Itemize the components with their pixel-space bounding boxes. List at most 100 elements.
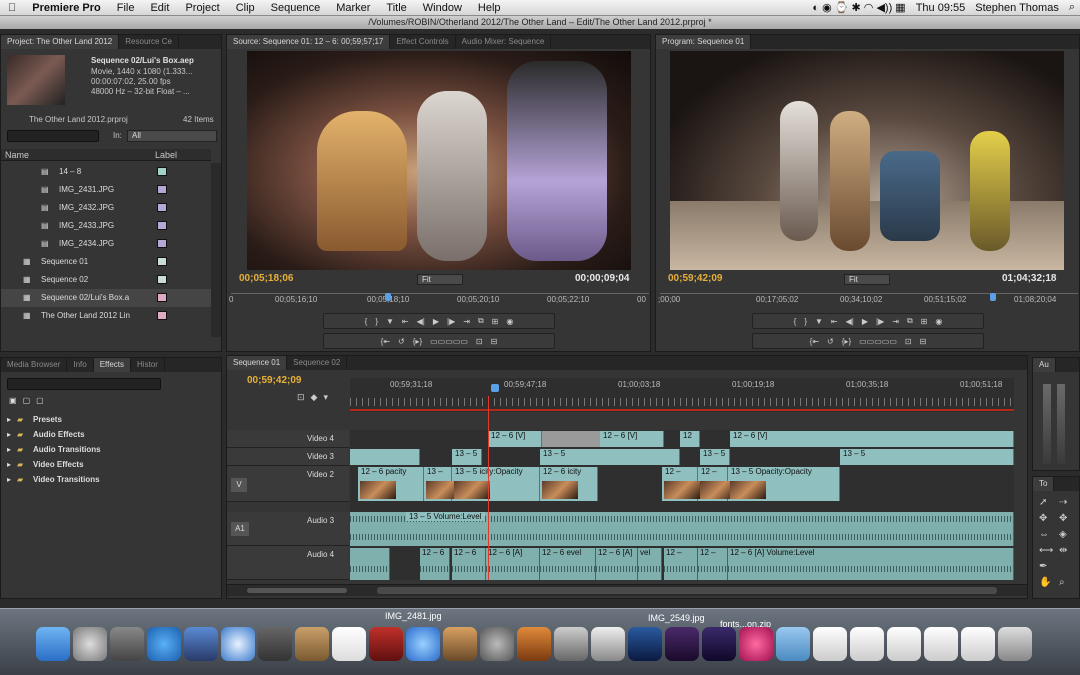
- snap-icon[interactable]: ⊡: [297, 392, 305, 403]
- play-icon[interactable]: ▶: [433, 317, 439, 326]
- tab-media-browser[interactable]: Media Browser: [1, 358, 68, 372]
- tab-program[interactable]: Program: Sequence 01: [656, 35, 752, 49]
- loop-icon[interactable]: ↺: [398, 337, 405, 346]
- disclosure-triangle-icon[interactable]: ▸: [7, 457, 11, 472]
- label-color-swatch[interactable]: [157, 203, 167, 212]
- v-target[interactable]: V: [231, 478, 247, 492]
- source-timecode[interactable]: 00;05;18;06: [239, 273, 293, 284]
- folder-icon[interactable]: [776, 627, 810, 661]
- 32bit-icon[interactable]: ▢: [23, 396, 31, 405]
- safari-icon[interactable]: [221, 627, 255, 661]
- audio-clip[interactable]: 12 – 6 [A] Volume:Level: [728, 548, 1014, 580]
- project-item[interactable]: ▤ IMG_2431.JPG: [1, 181, 211, 199]
- clip[interactable]: [350, 449, 420, 465]
- audio-clip[interactable]: 12 – 6 [A]: [596, 548, 638, 580]
- loop-icon[interactable]: ↺: [827, 337, 834, 346]
- spotlight-icon[interactable]: ⌕: [1064, 1, 1080, 14]
- menu-edit[interactable]: Edit: [142, 2, 177, 14]
- col-name[interactable]: Name: [5, 150, 29, 160]
- photoshop-icon[interactable]: [628, 627, 662, 661]
- timeline-tracks-area[interactable]: 12 – 6 [V] 12 – 6 [V] 12 12 – 6 [V] 13 –…: [350, 396, 1014, 580]
- clip[interactable]: 12: [680, 431, 700, 447]
- output-icon[interactable]: ⊟: [920, 337, 927, 346]
- tab-info[interactable]: Info: [67, 358, 94, 372]
- track-select-tool-icon[interactable]: ⇢: [1059, 497, 1067, 508]
- keynote-icon[interactable]: [517, 627, 551, 661]
- effects-search-input[interactable]: [7, 378, 161, 390]
- clip[interactable]: 13 – 5: [540, 449, 680, 465]
- facetime-icon[interactable]: [258, 627, 292, 661]
- audio-clip[interactable]: 12 –: [664, 548, 698, 580]
- document-icon[interactable]: [887, 627, 921, 661]
- jog-shuttle-icon[interactable]: ▭▭▭▭▭: [859, 337, 897, 346]
- scroll-thumb[interactable]: [377, 587, 997, 594]
- col-label[interactable]: Label: [155, 150, 177, 160]
- audio-clip[interactable]: 12 – 6 [A]: [486, 548, 540, 580]
- clip[interactable]: 13 – 5: [452, 449, 482, 465]
- clip[interactable]: 13 – 5: [840, 449, 1014, 465]
- document-icon[interactable]: [961, 627, 995, 661]
- rate-stretch-tool-icon[interactable]: ⇔: [1039, 529, 1049, 540]
- output-icon[interactable]: ⊟: [491, 337, 498, 346]
- play-in-out-icon[interactable]: {⇤: [381, 337, 390, 346]
- menu-file[interactable]: File: [109, 2, 143, 14]
- mark-out-icon[interactable]: }: [804, 317, 807, 326]
- heart-app-icon[interactable]: [739, 627, 773, 661]
- clip[interactable]: 12 – 6 [V]: [730, 431, 1014, 447]
- zoom-tool-icon[interactable]: ⌕: [1059, 577, 1065, 588]
- after-effects-icon[interactable]: [702, 627, 736, 661]
- address-book-icon[interactable]: [295, 627, 329, 661]
- mark-in-icon[interactable]: {: [794, 317, 797, 326]
- step-back-icon[interactable]: ◀|: [846, 317, 854, 326]
- program-secondary-controls[interactable]: {⇤ ↺ {▸} ▭▭▭▭▭ ⊡ ⊟: [752, 333, 984, 349]
- tab-audio-meters[interactable]: Au: [1033, 358, 1056, 372]
- label-color-swatch[interactable]: [157, 275, 167, 284]
- goto-in-icon[interactable]: ⇤: [831, 317, 838, 326]
- yuv-icon[interactable]: ▢: [36, 396, 44, 405]
- overwrite-icon[interactable]: ⊞: [492, 317, 499, 326]
- tab-tools[interactable]: To: [1033, 477, 1055, 491]
- source-playhead[interactable]: [385, 293, 391, 301]
- preview-icon[interactable]: [184, 627, 218, 661]
- safe-margins-icon[interactable]: {▸}: [413, 337, 422, 346]
- marker-icon[interactable]: ◆: [311, 392, 318, 403]
- audio-clip[interactable]: 12 –: [698, 548, 728, 580]
- audio-clip[interactable]: 12 – 6: [452, 548, 486, 580]
- label-color-swatch[interactable]: [157, 221, 167, 230]
- clip-gap[interactable]: [542, 431, 600, 447]
- document-icon[interactable]: [850, 627, 884, 661]
- label-color-swatch[interactable]: [157, 239, 167, 248]
- project-item[interactable]: ▦ The Other Land 2012 Lin: [1, 307, 211, 325]
- tab-effect-controls[interactable]: Effect Controls: [390, 35, 456, 49]
- clip[interactable]: 12 – 6 [V]: [488, 431, 542, 447]
- slide-tool-icon[interactable]: ⇹: [1059, 545, 1067, 556]
- iphoto-icon[interactable]: [443, 627, 477, 661]
- label-color-swatch[interactable]: [157, 185, 167, 194]
- system-preferences-icon[interactable]: [110, 627, 144, 661]
- tab-history[interactable]: Histor: [131, 358, 165, 372]
- disclosure-triangle-icon[interactable]: ▸: [7, 427, 11, 442]
- camera-icon[interactable]: ◉: [935, 317, 942, 326]
- rolling-edit-tool-icon[interactable]: ✥: [1059, 513, 1067, 524]
- ripple-edit-tool-icon[interactable]: ✥: [1039, 513, 1047, 524]
- itunes-icon[interactable]: [406, 627, 440, 661]
- timeline-ruler[interactable]: 00;59;31;18 00;59;47;18 01;00;03;18 01;0…: [350, 378, 1014, 412]
- audio-clip[interactable]: 12 – 6: [420, 548, 450, 580]
- step-forward-icon[interactable]: |▶: [447, 317, 455, 326]
- document-icon[interactable]: [813, 627, 847, 661]
- add-marker-icon[interactable]: ▾: [323, 392, 328, 403]
- trash-icon[interactable]: [998, 627, 1032, 661]
- mark-in-icon[interactable]: {: [365, 317, 368, 326]
- menu-clip[interactable]: Clip: [228, 2, 263, 14]
- script-editor-icon[interactable]: [554, 627, 588, 661]
- app-store-icon[interactable]: [147, 627, 181, 661]
- step-back-icon[interactable]: ◀|: [417, 317, 425, 326]
- timeline-timecode[interactable]: 00;59;42;09: [247, 375, 301, 386]
- safe-margins-icon[interactable]: {▸}: [842, 337, 851, 346]
- menu-marker[interactable]: Marker: [328, 2, 378, 14]
- track-video4[interactable]: Video 4: [227, 430, 349, 448]
- project-item[interactable]: ▤ IMG_2434.JPG: [1, 235, 211, 253]
- tab-resource-central[interactable]: Resource Ce: [119, 35, 179, 49]
- audio-clip[interactable]: [350, 548, 390, 580]
- play-icon[interactable]: ▶: [862, 317, 868, 326]
